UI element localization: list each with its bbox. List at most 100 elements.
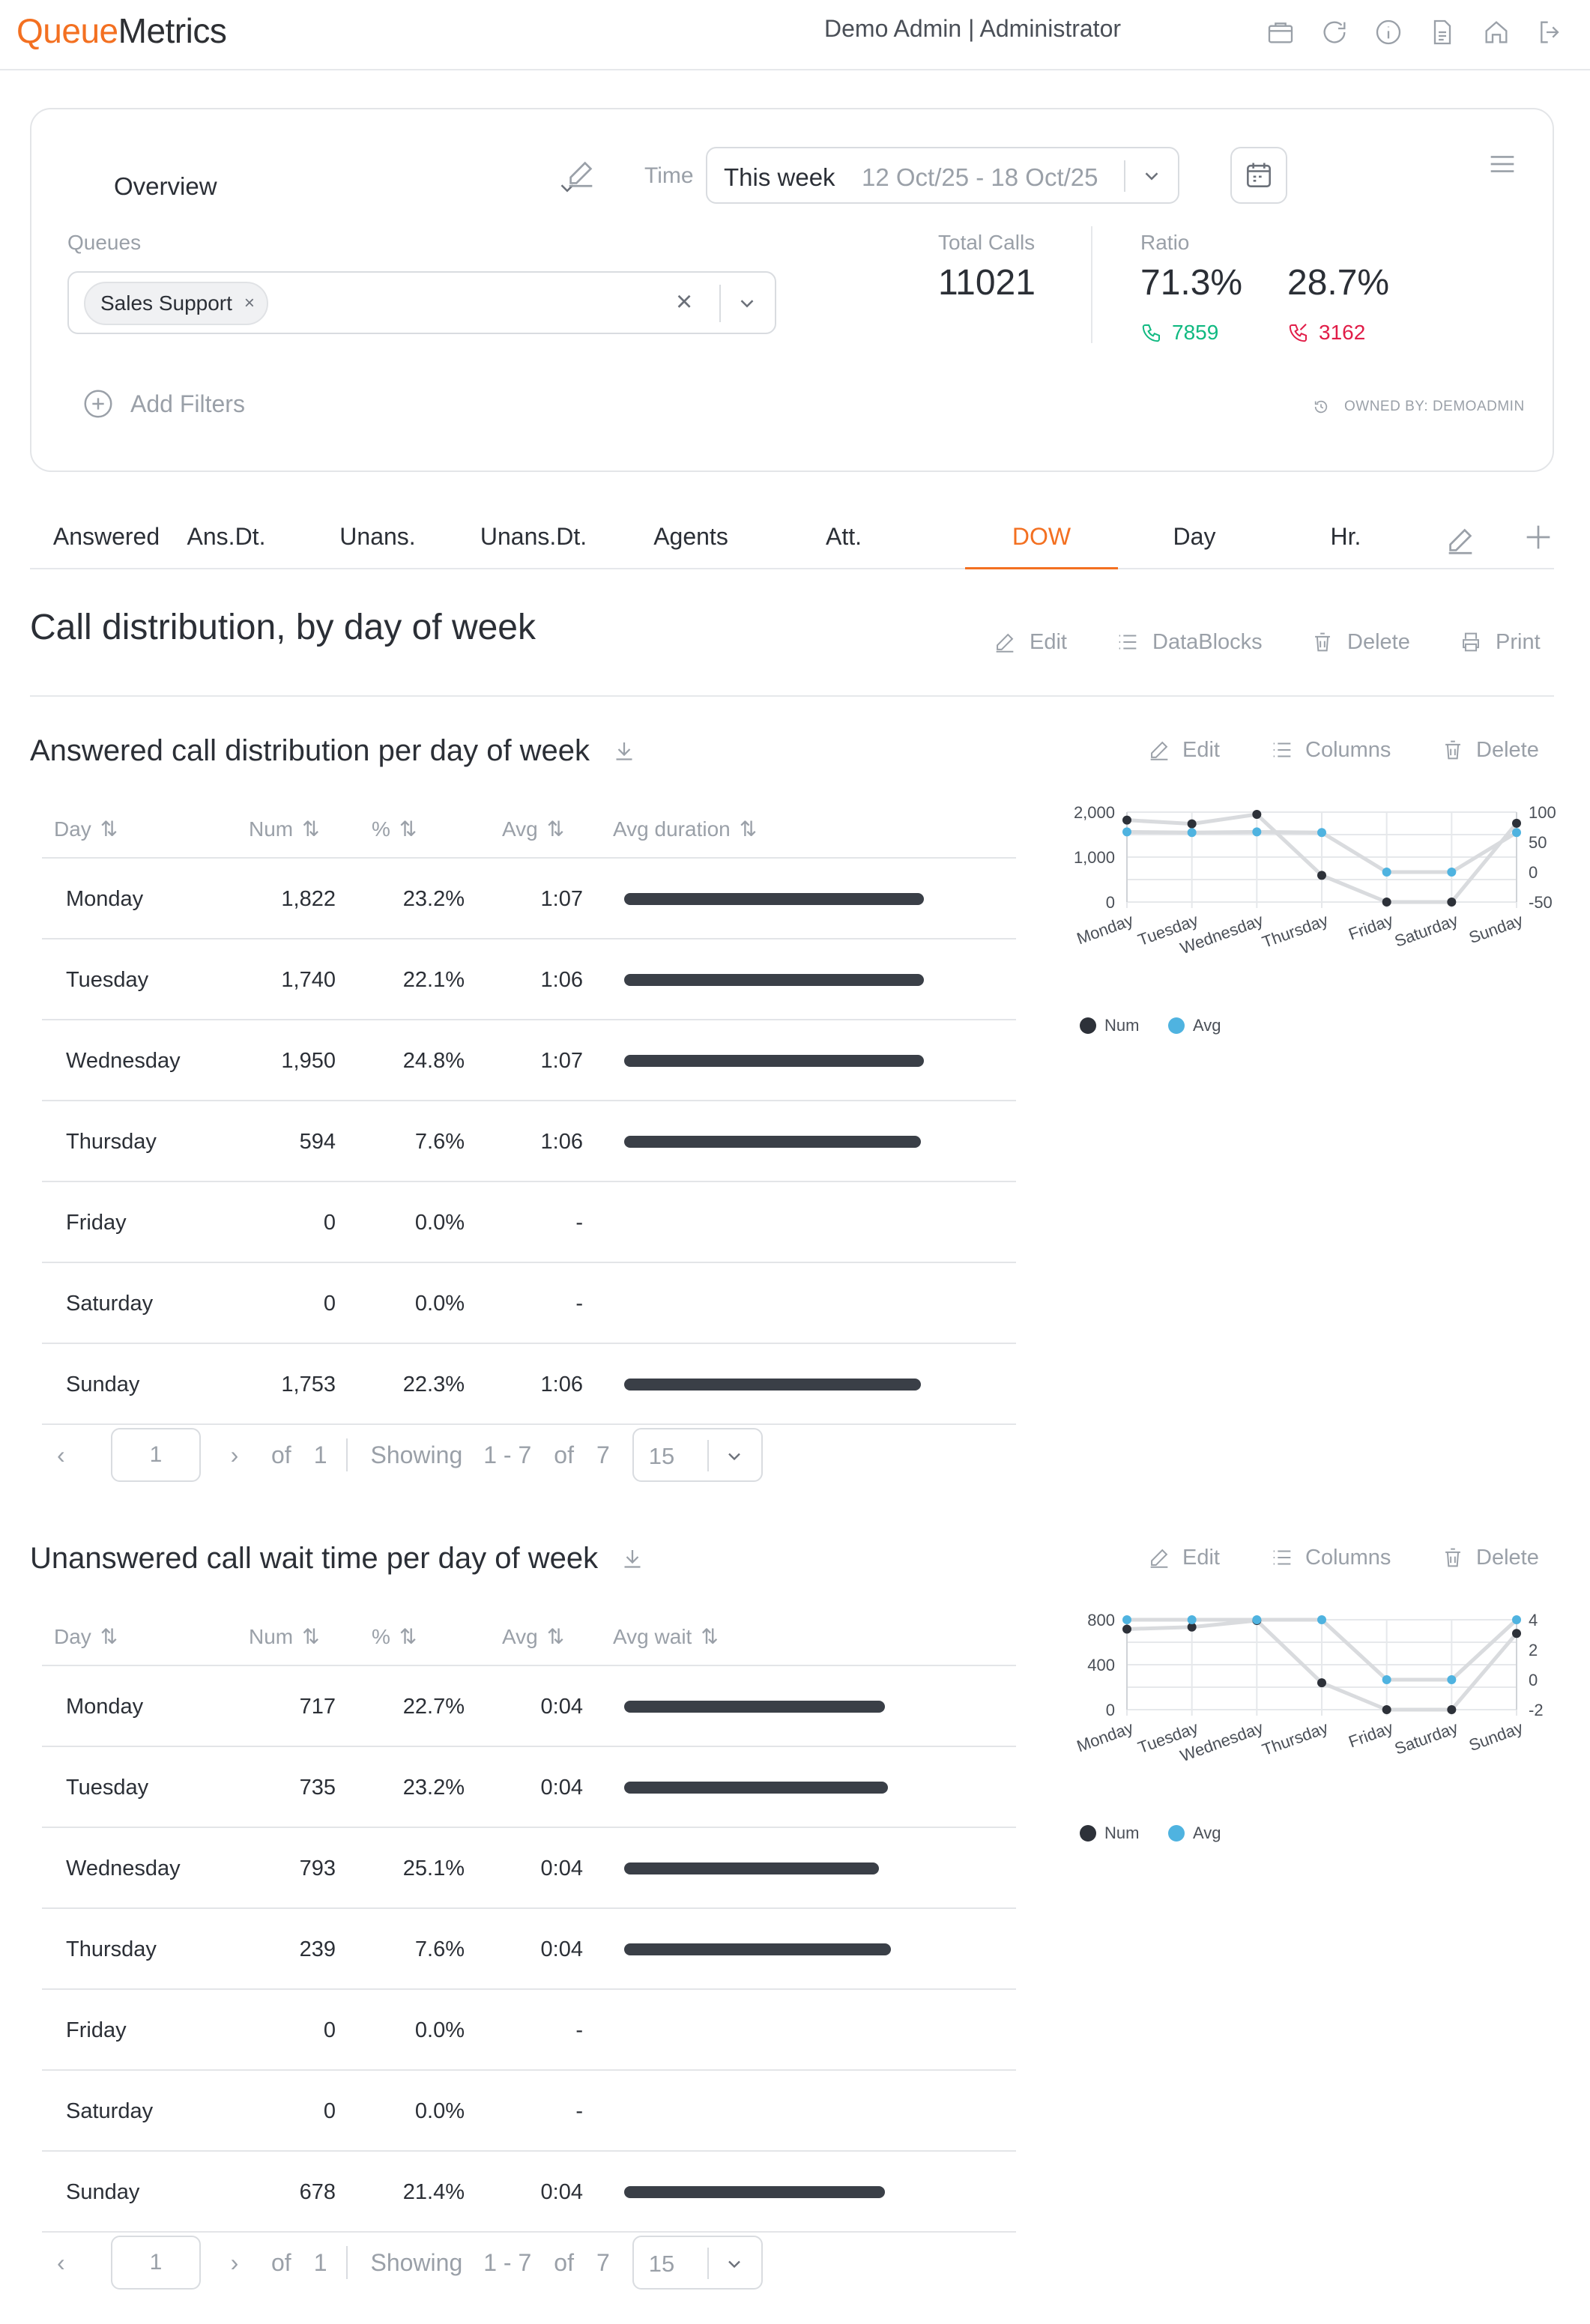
- download-icon[interactable]: [611, 738, 638, 765]
- tab-dow[interactable]: DOW: [965, 523, 1118, 569]
- data-point-avg: [1317, 1615, 1326, 1624]
- unanswered-count: 3162: [1287, 321, 1365, 345]
- pager-of-total: of: [554, 1441, 574, 1468]
- next-page-icon[interactable]: ›: [201, 1441, 268, 1469]
- per-page-select[interactable]: 15: [632, 1428, 763, 1482]
- prev-page-icon[interactable]: ‹: [42, 2249, 99, 2277]
- owned-by-label: OWNED BY: DEMOADMIN: [1344, 399, 1525, 414]
- block-edit-button[interactable]: Edit: [1146, 1545, 1220, 1570]
- y-tick-label-left: 800: [1087, 1611, 1115, 1629]
- clear-icon[interactable]: ×: [676, 286, 692, 318]
- edit-report-icon[interactable]: [563, 156, 598, 190]
- pencil-icon: [1150, 741, 1168, 760]
- cell-avg: 0:04: [540, 1937, 583, 1961]
- block-edit-button[interactable]: Edit: [1146, 737, 1220, 763]
- tab-attempts[interactable]: Att.: [767, 523, 920, 569]
- app-logo[interactable]: QueueMetrics: [16, 10, 227, 51]
- hamburger-menu-icon[interactable]: [1485, 147, 1520, 181]
- queue-chip[interactable]: Sales Support ×: [84, 282, 268, 325]
- sort-icon: ⇅: [100, 817, 118, 841]
- data-point-num: [1252, 810, 1262, 819]
- remove-chip-icon[interactable]: ×: [244, 293, 255, 314]
- phone-hangup-icon: [1289, 324, 1307, 342]
- datablocks-button[interactable]: DataBlocks: [1115, 629, 1263, 655]
- cell-day: Sunday: [66, 1373, 140, 1396]
- page-delete-label: Delete: [1347, 629, 1410, 654]
- download-icon[interactable]: [619, 1546, 646, 1573]
- column-header-percent[interactable]: % ⇅: [372, 1624, 417, 1649]
- legend-label-avg: Avg: [1193, 1016, 1221, 1035]
- tab-answered-detail[interactable]: Ans.Dt.: [150, 523, 303, 569]
- tab-agents[interactable]: Agents: [614, 523, 767, 569]
- info-icon[interactable]: [1370, 13, 1407, 51]
- queue-select[interactable]: Sales Support × ×: [67, 271, 776, 334]
- ratio-label: Ratio: [1140, 231, 1190, 254]
- briefcase-icon[interactable]: [1262, 13, 1299, 51]
- column-header-avg-wait[interactable]: Avg wait ⇅: [613, 1624, 719, 1649]
- table-row: Monday 717 22.7% 0:04: [42, 1666, 1016, 1747]
- pager-range: 1 - 7: [483, 1441, 532, 1468]
- column-header-day[interactable]: Day ⇅: [54, 817, 118, 841]
- column-header-num[interactable]: Num ⇅: [249, 817, 320, 841]
- column-header-num[interactable]: Num ⇅: [249, 1624, 320, 1649]
- tab-day[interactable]: Day: [1118, 523, 1271, 569]
- calendar-button[interactable]: [1230, 147, 1287, 204]
- column-header-avg[interactable]: Avg ⇅: [502, 1624, 564, 1649]
- per-page-select[interactable]: 15: [632, 2236, 763, 2290]
- prev-page-icon[interactable]: ‹: [42, 1441, 99, 1469]
- tab-hour[interactable]: Hr.: [1269, 523, 1422, 569]
- report-select[interactable]: Overview: [84, 156, 574, 219]
- logout-icon[interactable]: [1532, 13, 1569, 51]
- cell-day: Thursday: [66, 1130, 157, 1154]
- page-delete-button[interactable]: Delete: [1310, 629, 1410, 655]
- tab-unanswered[interactable]: Unans.: [301, 523, 454, 569]
- data-point-avg: [1447, 1675, 1457, 1684]
- cell-day: Wednesday: [66, 1049, 181, 1073]
- columns-button[interactable]: Columns: [1269, 737, 1391, 763]
- page-input[interactable]: 1: [111, 2236, 201, 2290]
- unanswered-pager: ‹ 1 › of 1 Showing 1 - 7 of 7 15: [42, 2234, 763, 2291]
- table-row: Saturday 0 0.0% -: [42, 1263, 1016, 1344]
- page-input[interactable]: 1: [111, 1428, 201, 1482]
- column-header-percent[interactable]: % ⇅: [372, 817, 417, 841]
- add-filters-button[interactable]: Add Filters: [81, 387, 245, 421]
- divider: [1124, 160, 1125, 192]
- pager-total: 7: [596, 1441, 610, 1468]
- chevron-down-icon[interactable]: [736, 292, 758, 315]
- column-header-avg[interactable]: Avg ⇅: [502, 817, 564, 841]
- divider: [707, 1440, 709, 1471]
- unanswered-dow-chart: 8004000420-2Monday TuesdayWednesdayThursd…: [1074, 1611, 1544, 1842]
- add-tab-icon[interactable]: [1521, 520, 1556, 554]
- document-icon[interactable]: [1424, 13, 1461, 51]
- time-select[interactable]: This week 12 Oct/25 - 18 Oct/25: [706, 147, 1179, 204]
- refresh-icon[interactable]: [1316, 13, 1353, 51]
- next-page-icon[interactable]: ›: [201, 2249, 268, 2277]
- home-icon[interactable]: [1478, 13, 1515, 51]
- block-delete-button[interactable]: Delete: [1440, 737, 1539, 763]
- duration-bar: [624, 1701, 885, 1713]
- column-header-day[interactable]: Day ⇅: [54, 1624, 118, 1649]
- columns-label: Columns: [1305, 737, 1391, 762]
- data-point-num: [1512, 818, 1521, 828]
- legend-marker-num: [1080, 1017, 1096, 1034]
- legend-marker-num: [1080, 1825, 1096, 1842]
- page-edit-button[interactable]: Edit: [992, 629, 1067, 655]
- x-tick-label: Saturday: [1392, 1718, 1460, 1758]
- column-header-avg-duration[interactable]: Avg duration ⇅: [613, 817, 757, 841]
- list-icon: [1273, 742, 1291, 757]
- x-tick-label: Monday: [1074, 1718, 1136, 1755]
- cell-day: Tuesday: [66, 1776, 149, 1800]
- cell-percent: 21.4%: [402, 2180, 465, 2204]
- tab-unanswered-detail[interactable]: Unans.Dt.: [457, 523, 610, 569]
- divider: [719, 285, 721, 322]
- block-delete-button[interactable]: Delete: [1440, 1545, 1539, 1570]
- page-edit-label: Edit: [1030, 629, 1067, 654]
- legend-label-num: Num: [1104, 1824, 1139, 1842]
- columns-button[interactable]: Columns: [1269, 1545, 1391, 1570]
- cell-percent: 7.6%: [414, 1937, 465, 1961]
- edit-tabs-icon[interactable]: [1443, 523, 1478, 557]
- sort-icon: ⇅: [399, 1625, 417, 1648]
- answered-count-value: 7859: [1172, 321, 1219, 344]
- print-button[interactable]: Print: [1458, 629, 1541, 655]
- printer-icon: [1463, 632, 1479, 652]
